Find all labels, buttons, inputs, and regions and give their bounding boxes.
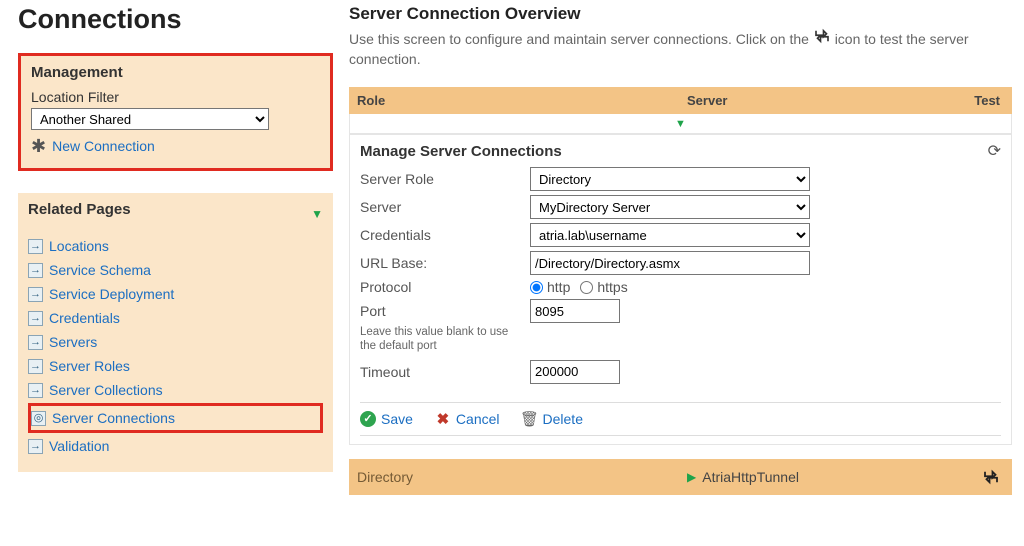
related-item[interactable]: →Locations bbox=[28, 234, 323, 258]
test-connection-button[interactable] bbox=[970, 469, 1000, 485]
related-item[interactable]: →Servers bbox=[28, 330, 323, 354]
connection-server: AtriaHttpTunnel bbox=[702, 469, 799, 485]
arrow-right-icon: → bbox=[28, 359, 43, 374]
server-select[interactable]: MyDirectory Server bbox=[530, 195, 810, 219]
column-test: Test bbox=[950, 93, 1000, 108]
management-panel: Management Location Filter Another Share… bbox=[18, 53, 333, 171]
server-label: Server bbox=[360, 199, 530, 215]
management-title: Management bbox=[31, 64, 320, 81]
cross-icon: ✖ bbox=[435, 411, 451, 427]
related-item[interactable]: →Validation bbox=[28, 434, 323, 458]
arrow-right-icon: → bbox=[28, 263, 43, 278]
protocol-http-radio[interactable] bbox=[530, 281, 543, 294]
related-item[interactable]: →Service Deployment bbox=[28, 282, 323, 306]
delete-button[interactable]: 🗑 Delete bbox=[522, 411, 583, 427]
credentials-select[interactable]: atria.lab\username bbox=[530, 223, 810, 247]
column-server: Server bbox=[687, 93, 950, 108]
related-item[interactable]: →Server Roles bbox=[28, 354, 323, 378]
refresh-icon[interactable]: ⟳ bbox=[988, 141, 1001, 161]
credentials-label: Credentials bbox=[360, 227, 530, 243]
url-base-label: URL Base: bbox=[360, 255, 530, 271]
arrow-right-icon: → bbox=[28, 335, 43, 350]
connection-row: Directory ▶ AtriaHttpTunnel bbox=[349, 459, 1012, 495]
protocol-label: Protocol bbox=[360, 279, 530, 295]
location-filter-select[interactable]: Another Shared bbox=[31, 108, 269, 130]
arrow-right-icon: → bbox=[28, 383, 43, 398]
related-pages-panel: Related Pages ▼ →Locations →Service Sche… bbox=[18, 193, 333, 472]
cancel-button[interactable]: ✖ Cancel bbox=[435, 411, 500, 427]
manage-server-connections-form: Manage Server Connections ⟳ Server Role … bbox=[349, 134, 1012, 445]
checkmark-icon: ✓ bbox=[360, 411, 376, 427]
related-item[interactable]: →Server Collections bbox=[28, 378, 323, 402]
new-connection-link[interactable]: New Connection bbox=[52, 138, 155, 154]
related-item-server-connections[interactable]: ◎Server Connections bbox=[28, 403, 323, 433]
server-role-label: Server Role bbox=[360, 171, 530, 187]
location-filter-label: Location Filter bbox=[31, 89, 320, 105]
play-icon: ▶ bbox=[687, 470, 696, 484]
related-item[interactable]: →Service Schema bbox=[28, 258, 323, 282]
related-pages-title: Related Pages bbox=[28, 201, 131, 218]
port-hint: Leave this value blank to use the defaul… bbox=[360, 326, 510, 354]
table-header: Role Server Test bbox=[349, 87, 1012, 114]
arrow-right-icon: → bbox=[28, 439, 43, 454]
connection-role: Directory bbox=[357, 469, 687, 485]
timeout-input[interactable] bbox=[530, 360, 620, 384]
column-role: Role bbox=[357, 93, 687, 108]
arrow-right-icon: → bbox=[28, 311, 43, 326]
overview-description: Use this screen to configure and maintai… bbox=[349, 28, 1012, 69]
form-title: Manage Server Connections bbox=[360, 143, 562, 160]
trash-icon: 🗑 bbox=[522, 411, 538, 427]
star-icon: ✱ bbox=[31, 139, 46, 153]
url-base-input[interactable] bbox=[530, 251, 810, 275]
related-item[interactable]: →Credentials bbox=[28, 306, 323, 330]
table-row-expander[interactable]: ▼ bbox=[349, 114, 1012, 134]
port-input[interactable] bbox=[530, 299, 620, 323]
chevron-down-icon[interactable]: ▼ bbox=[311, 207, 323, 221]
page-title: Connections bbox=[18, 4, 333, 35]
protocol-https-label: https bbox=[597, 279, 627, 295]
arrow-right-icon: → bbox=[28, 239, 43, 254]
save-button[interactable]: ✓ Save bbox=[360, 411, 413, 427]
protocol-http-label: http bbox=[547, 279, 570, 295]
protocol-https-radio[interactable] bbox=[580, 281, 593, 294]
timeout-label: Timeout bbox=[360, 364, 530, 380]
server-role-select[interactable]: Directory bbox=[530, 167, 810, 191]
test-connection-icon bbox=[813, 28, 831, 50]
overview-title: Server Connection Overview bbox=[349, 4, 1012, 24]
chevron-down-icon: ▼ bbox=[675, 118, 686, 130]
arrow-right-icon: → bbox=[28, 287, 43, 302]
target-icon: ◎ bbox=[31, 411, 46, 426]
port-label: Port bbox=[360, 303, 530, 319]
